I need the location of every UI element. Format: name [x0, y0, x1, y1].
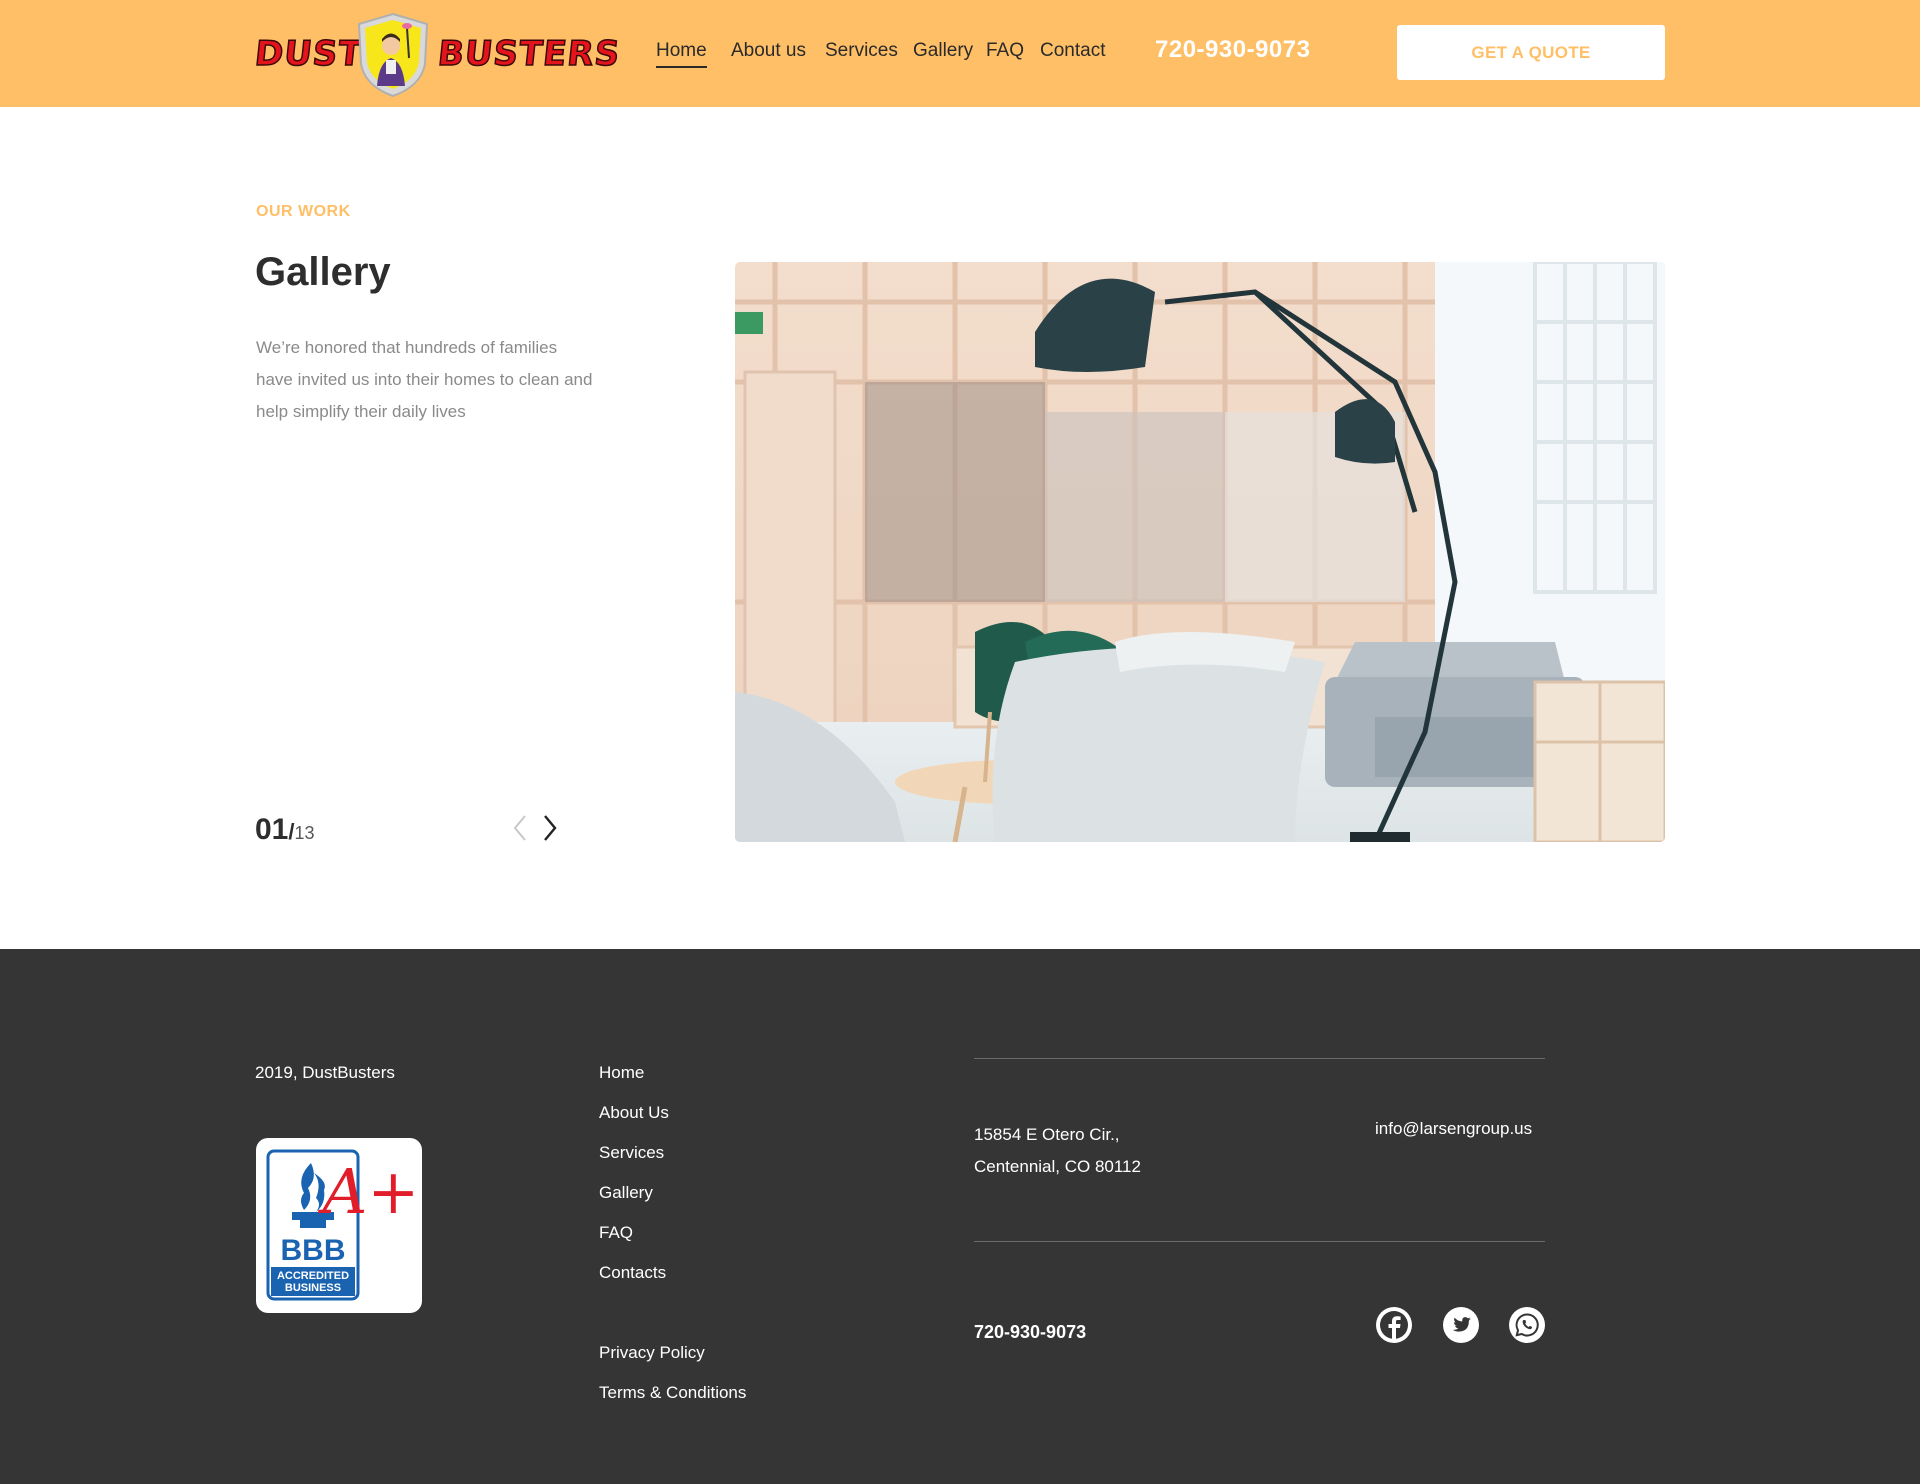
- bbb-logo-icon: BBB ACCREDITED BUSINESS A+: [266, 1149, 420, 1301]
- nav-contact[interactable]: Contact: [1040, 40, 1105, 62]
- gallery-photo: [735, 262, 1665, 842]
- bbb-accredited-text: ACCREDITED: [277, 1270, 349, 1282]
- whatsapp-icon: [1515, 1313, 1539, 1337]
- header-phone-link[interactable]: 720-930-9073: [1155, 36, 1310, 64]
- next-slide-button[interactable]: [538, 812, 562, 844]
- footer-email-link[interactable]: info@larsengroup.us: [1375, 1119, 1532, 1139]
- logo-text-left: DUST: [252, 33, 365, 75]
- section-description: We’re honored that hundreds of families …: [256, 338, 593, 421]
- bbb-rating: A+: [318, 1155, 420, 1228]
- footer-link-about-us[interactable]: About Us: [599, 1103, 669, 1123]
- chevron-left-icon: [513, 815, 526, 841]
- footer-phone-link[interactable]: 720-930-9073: [974, 1322, 1086, 1343]
- nav-services[interactable]: Services: [825, 40, 898, 62]
- prev-slide-button[interactable]: [508, 812, 532, 844]
- footer-address: 15854 E Otero Cir., Centennial, CO 80112: [974, 1119, 1141, 1183]
- nav-faq[interactable]: FAQ: [986, 40, 1024, 62]
- facebook-icon: [1380, 1311, 1408, 1340]
- dustbusters-logo[interactable]: DUST BUSTERS: [252, 12, 623, 98]
- section-eyebrow: OUR WORK: [256, 203, 351, 220]
- bbb-business-text: BUSINESS: [285, 1282, 341, 1294]
- page-title: Gallery: [255, 250, 391, 294]
- footer-divider-bottom: [974, 1241, 1545, 1242]
- twitter-link[interactable]: [1443, 1307, 1479, 1343]
- nav-home[interactable]: Home: [656, 40, 707, 68]
- address-line-1: 15854 E Otero Cir.,: [974, 1125, 1120, 1144]
- copyright-text: 2019, DustBusters: [255, 1063, 395, 1082]
- footer-link-gallery[interactable]: Gallery: [599, 1183, 653, 1203]
- nav-about-us[interactable]: About us: [731, 40, 806, 62]
- nav-gallery[interactable]: Gallery: [913, 40, 973, 62]
- whatsapp-link[interactable]: [1509, 1307, 1545, 1343]
- bbb-letters: BBB: [281, 1234, 346, 1267]
- slide-current: 01: [255, 813, 289, 846]
- interior-photo-illustration: [735, 262, 1665, 842]
- footer-divider-top: [974, 1058, 1545, 1059]
- footer-link-privacy-policy[interactable]: Privacy Policy: [599, 1343, 705, 1363]
- facebook-link[interactable]: [1376, 1307, 1412, 1343]
- logo-badge-icon: [357, 12, 429, 98]
- address-line-2: Centennial, CO 80112: [974, 1157, 1141, 1176]
- logo-text-right: BUSTERS: [435, 33, 623, 75]
- slide-total: 13: [294, 823, 315, 843]
- bbb-accredited-badge[interactable]: BBB ACCREDITED BUSINESS A+: [256, 1138, 422, 1313]
- chevron-right-icon: [544, 815, 557, 841]
- site-footer: 2019, DustBusters BBB ACCREDITED BUSINES…: [0, 949, 1920, 1484]
- footer-link-terms[interactable]: Terms & Conditions: [599, 1383, 746, 1403]
- footer-link-services[interactable]: Services: [599, 1143, 664, 1163]
- twitter-icon: [1452, 1317, 1472, 1332]
- footer-link-home[interactable]: Home: [599, 1063, 644, 1083]
- footer-link-faq[interactable]: FAQ: [599, 1223, 633, 1243]
- get-a-quote-button[interactable]: GET A QUOTE: [1397, 25, 1665, 80]
- site-header: DUST BUSTERS Home About us Services Gall…: [0, 0, 1920, 107]
- footer-link-contacts[interactable]: Contacts: [599, 1263, 666, 1283]
- slide-counter: 01/13: [255, 813, 315, 847]
